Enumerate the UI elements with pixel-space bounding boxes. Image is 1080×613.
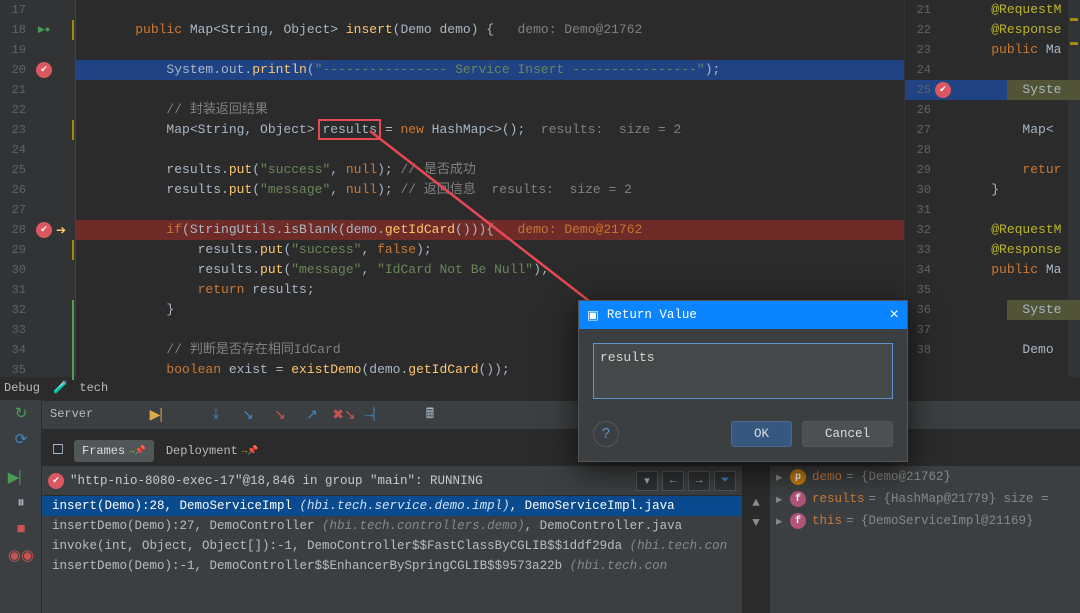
code-line[interactable]: @Response — [960, 240, 1061, 260]
code-line[interactable] — [76, 320, 104, 340]
stack-frame[interactable]: invoke(int, Object, Object[]):-1, DemoCo… — [42, 536, 742, 556]
ok-button[interactable]: OK — [731, 421, 792, 447]
code-line[interactable] — [76, 200, 104, 220]
code-line[interactable]: Syste — [960, 80, 1061, 100]
code-line[interactable]: public Ma — [960, 260, 1061, 280]
drop-frame-icon[interactable]: ✖↘ — [332, 403, 356, 427]
debug-tabs: 🞏 Frames→📌 Deployment→📌 — [46, 438, 266, 464]
server-label: Server — [50, 407, 93, 421]
filter-icon[interactable]: ⏷ — [714, 471, 736, 491]
secondary-editor[interactable]: 21 @RequestM22 @Response23 public Ma2425… — [904, 0, 1080, 377]
debug-label: Debug — [4, 381, 40, 395]
error-stripe-bar — [1068, 0, 1080, 377]
stack-frame[interactable]: insertDemo(Demo):-1, DemoController$$Enh… — [42, 556, 742, 576]
code-line[interactable]: Demo — [960, 340, 1061, 360]
expand-icon[interactable]: ▸ — [776, 513, 790, 529]
breakpoints-icon[interactable]: ◉◉ — [0, 542, 42, 568]
run-gutter-icon[interactable]: ▶● — [36, 22, 52, 38]
expand-icon[interactable]: ▸ — [776, 491, 790, 507]
help-icon[interactable]: ? — [593, 421, 619, 447]
frame-nav: ▲ ▼ — [745, 496, 767, 536]
code-line[interactable]: Syste — [960, 300, 1061, 320]
stack-frame[interactable]: insert(Demo):28, DemoServiceImpl (hbi.te… — [42, 496, 742, 516]
code-line[interactable]: results.put("success", null); // 是否成功 — [76, 160, 476, 180]
force-step-into-icon[interactable]: ↘ — [268, 403, 292, 427]
code-line[interactable]: @RequestM — [960, 220, 1061, 240]
code-line[interactable]: results.put("success", false); — [76, 240, 432, 260]
show-exec-point-icon[interactable]: ▶⎸ — [150, 403, 174, 427]
expand-icon[interactable]: ▸ — [776, 469, 790, 485]
variable-row[interactable]: ▸fresults= {HashMap@21779} size = — [770, 488, 1080, 510]
code-line[interactable]: @RequestM — [960, 0, 1061, 20]
cancel-button[interactable]: Cancel — [802, 421, 893, 447]
variable-row[interactable]: ▸pdemo= {Demo@21762} — [770, 466, 1080, 488]
pin-icon: →📌 — [242, 446, 259, 456]
step-over-icon[interactable]: ⤓ — [204, 403, 228, 427]
code-line[interactable]: results.put("message", "IdCard Not Be Nu… — [76, 260, 549, 280]
dialog-app-icon: ▣ — [587, 307, 599, 323]
code-line[interactable]: retur — [960, 160, 1061, 180]
debug-step-toolbar: ▶⎸ ⤓ ↘ ↘ ↗ ✖↘ →⎸ 🖩 — [150, 403, 442, 427]
code-line[interactable]: // 封装返回结果 — [76, 100, 268, 120]
code-line[interactable]: Map<String, Object> results = new HashMa… — [76, 120, 681, 140]
debug-config: tech — [79, 381, 108, 395]
resume-icon[interactable]: ▶⎸ — [0, 464, 42, 490]
gutter: 1718▶●1920✔2122232425262728✔➔29303132333… — [0, 0, 76, 377]
tab-frames[interactable]: Frames→📌 — [74, 440, 154, 462]
execution-point-icon: ➔ — [56, 223, 66, 238]
code-line[interactable]: Map< — [960, 120, 1054, 140]
frame-down-icon[interactable]: ▼ — [745, 516, 767, 536]
breakpoint-icon[interactable]: ✔ — [935, 82, 951, 98]
code-line[interactable]: } — [960, 180, 999, 200]
code-line[interactable]: } — [76, 300, 174, 320]
bug-icon: 🧪 — [53, 381, 68, 395]
pause-icon[interactable]: ⏸ — [0, 490, 42, 516]
pin-icon: →📌 — [129, 446, 146, 456]
variables-panel[interactable]: ▸pdemo= {Demo@21762}▸fresults= {HashMap@… — [770, 466, 1080, 613]
debug-toolwindow-title: Debug 🧪 tech — [4, 380, 108, 400]
variable-row[interactable]: ▸fthis= {DemoServiceImpl@21169} — [770, 510, 1080, 532]
thread-dropdown-icon[interactable]: ▾ — [636, 471, 658, 491]
rerun-icon[interactable]: ↻ — [0, 400, 42, 426]
prev-thread-icon[interactable]: ← — [662, 471, 684, 491]
breakpoint-icon[interactable]: ✔ — [36, 62, 52, 78]
code-line[interactable]: @Response — [960, 20, 1061, 40]
debug-side-toolbar: ↻ ⟳ ▶⎸ ⏸ ■ ◉◉ — [0, 400, 42, 613]
stack-frame[interactable]: insertDemo(Demo):27, DemoController (hbi… — [42, 516, 742, 536]
code-line[interactable] — [76, 40, 104, 60]
run-to-cursor-icon[interactable]: →⎸ — [364, 403, 388, 427]
thread-name: "http-nio-8080-exec-17"@18,846 in group … — [70, 474, 632, 488]
thread-selector[interactable]: ✔ "http-nio-8080-exec-17"@18,846 in grou… — [42, 466, 742, 496]
stop-icon[interactable]: ■ — [0, 516, 42, 542]
code-line[interactable] — [76, 0, 104, 20]
code-line[interactable]: System.out.println("---------------- Ser… — [76, 60, 720, 80]
evaluate-icon[interactable]: 🖩 — [418, 403, 442, 427]
tab-deployment[interactable]: Deployment→📌 — [158, 440, 267, 462]
dialog-title: Return Value — [607, 308, 697, 322]
code-line[interactable]: public Ma — [960, 40, 1061, 60]
code-line[interactable]: // 判断是否存在相同IdCard — [76, 340, 341, 360]
thread-status-icon: ✔ — [48, 473, 64, 489]
step-into-icon[interactable]: ↘ — [236, 403, 260, 427]
dialog-titlebar[interactable]: ▣ Return Value × — [579, 301, 907, 329]
next-thread-icon[interactable]: → — [688, 471, 710, 491]
frame-up-icon[interactable]: ▲ — [745, 496, 767, 516]
code-line[interactable]: boolean exist = existDemo(demo.getIdCard… — [76, 360, 510, 380]
update-icon[interactable]: ⟳ — [0, 426, 42, 452]
frames-panel: ✔ "http-nio-8080-exec-17"@18,846 in grou… — [42, 466, 742, 613]
step-out-icon[interactable]: ↗ — [300, 403, 324, 427]
close-icon[interactable]: × — [889, 306, 899, 324]
restore-layout-icon[interactable]: 🞏 — [46, 439, 70, 463]
code-line[interactable]: results.put("message", null); // 返回信息 re… — [76, 180, 632, 200]
code-line[interactable] — [76, 140, 104, 160]
code-line[interactable] — [76, 80, 104, 100]
code-line[interactable]: if(StringUtils.isBlank(demo.getIdCard())… — [76, 220, 642, 240]
return-value-dialog: ▣ Return Value × ? OK Cancel — [578, 300, 908, 462]
breakpoint-icon[interactable]: ✔ — [36, 222, 52, 238]
return-value-input[interactable] — [593, 343, 893, 399]
code-line[interactable]: public Map<String, Object> insert(Demo d… — [76, 20, 642, 40]
code-line[interactable]: return results; — [76, 280, 315, 300]
stack-frame-list[interactable]: insert(Demo):28, DemoServiceImpl (hbi.te… — [42, 496, 742, 576]
